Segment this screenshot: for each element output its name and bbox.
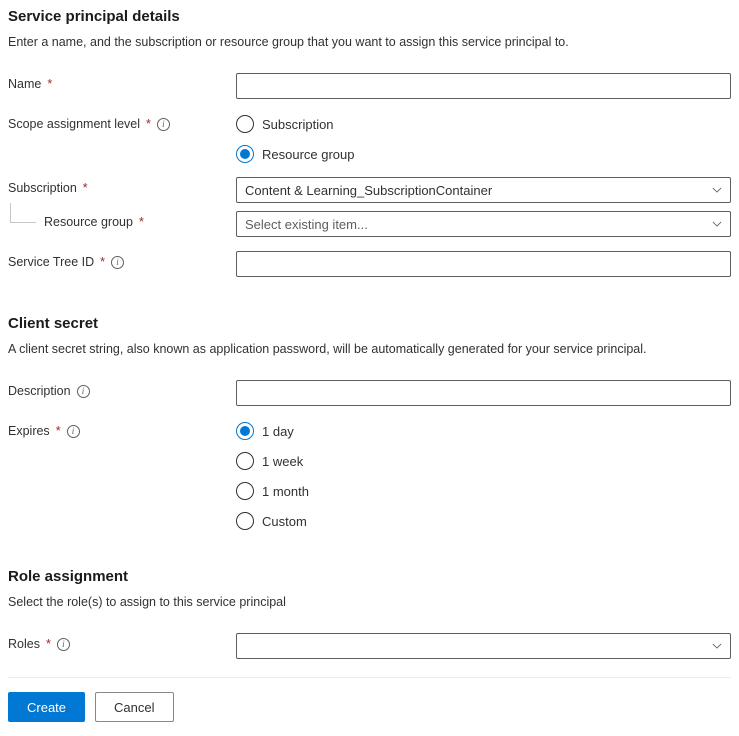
section-secret-title: Client secret xyxy=(8,315,731,332)
radio-label: 1 month xyxy=(262,484,309,499)
create-button[interactable]: Create xyxy=(8,692,85,722)
expires-radio-1month[interactable]: 1 month xyxy=(236,482,731,500)
resource-group-dropdown[interactable]: Select existing item... xyxy=(236,211,731,237)
radio-label: 1 day xyxy=(262,424,294,439)
dropdown-value: Content & Learning_SubscriptionContainer xyxy=(245,183,492,198)
scope-label: Scope assignment level* i xyxy=(8,113,236,131)
info-icon[interactable]: i xyxy=(67,425,80,438)
name-input[interactable] xyxy=(236,73,731,99)
expires-radio-1week[interactable]: 1 week xyxy=(236,452,731,470)
radio-icon xyxy=(236,512,254,530)
resource-group-label: Resource group* xyxy=(8,211,236,229)
radio-icon xyxy=(236,452,254,470)
chevron-down-icon xyxy=(712,641,722,651)
radio-label: Subscription xyxy=(262,117,334,132)
section-details-desc: Enter a name, and the subscription or re… xyxy=(8,35,731,49)
radio-icon xyxy=(236,145,254,163)
service-tree-input[interactable] xyxy=(236,251,731,277)
radio-label: 1 week xyxy=(262,454,303,469)
required-asterisk: * xyxy=(100,255,105,269)
required-asterisk: * xyxy=(139,215,144,229)
tree-connector xyxy=(10,203,36,223)
expires-radio-custom[interactable]: Custom xyxy=(236,512,731,530)
info-icon[interactable]: i xyxy=(157,118,170,131)
roles-label: Roles* i xyxy=(8,633,236,651)
name-label: Name* xyxy=(8,73,236,91)
info-icon[interactable]: i xyxy=(57,638,70,651)
expires-radio-group: 1 day 1 week 1 month Custom xyxy=(236,420,731,530)
secret-description-label: Description i xyxy=(8,380,236,398)
info-icon[interactable]: i xyxy=(77,385,90,398)
radio-label: Resource group xyxy=(262,147,355,162)
scope-radio-resource-group[interactable]: Resource group xyxy=(236,145,731,163)
required-asterisk: * xyxy=(47,77,52,91)
service-tree-label: Service Tree ID* i xyxy=(8,251,236,269)
required-asterisk: * xyxy=(146,117,151,131)
scope-radio-subscription[interactable]: Subscription xyxy=(236,115,731,133)
scope-radio-group: Subscription Resource group xyxy=(236,113,731,163)
cancel-button[interactable]: Cancel xyxy=(95,692,173,722)
required-asterisk: * xyxy=(83,181,88,195)
footer-bar: Create Cancel xyxy=(8,677,731,736)
expires-label: Expires* i xyxy=(8,420,236,438)
radio-label: Custom xyxy=(262,514,307,529)
dropdown-placeholder: Select existing item... xyxy=(245,217,368,232)
section-secret-desc: A client secret string, also known as ap… xyxy=(8,342,731,356)
required-asterisk: * xyxy=(46,637,51,651)
section-details-title: Service principal details xyxy=(8,8,731,25)
subscription-label: Subscription* xyxy=(8,177,236,195)
info-icon[interactable]: i xyxy=(111,256,124,269)
section-role-desc: Select the role(s) to assign to this ser… xyxy=(8,595,731,609)
required-asterisk: * xyxy=(56,424,61,438)
radio-icon xyxy=(236,115,254,133)
expires-radio-1day[interactable]: 1 day xyxy=(236,422,731,440)
radio-icon xyxy=(236,482,254,500)
chevron-down-icon xyxy=(712,185,722,195)
chevron-down-icon xyxy=(712,219,722,229)
subscription-dropdown[interactable]: Content & Learning_SubscriptionContainer xyxy=(236,177,731,203)
secret-description-input[interactable] xyxy=(236,380,731,406)
roles-dropdown[interactable] xyxy=(236,633,731,659)
radio-icon xyxy=(236,422,254,440)
section-role-title: Role assignment xyxy=(8,568,731,585)
